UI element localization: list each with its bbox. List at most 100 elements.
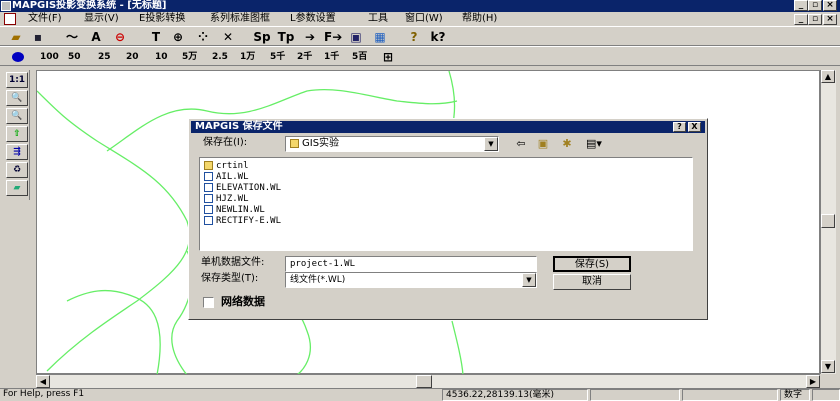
scale-100[interactable]: 100: [40, 49, 59, 65]
help-button[interactable]: ?: [406, 29, 422, 45]
grid-pattern-icon[interactable]: ▦: [372, 29, 388, 45]
open-icon[interactable]: ▰: [8, 29, 24, 45]
folder-icon: [204, 161, 213, 170]
chevron-down-icon[interactable]: ▼: [484, 137, 498, 151]
grid-icon[interactable]: ⊞: [380, 49, 396, 65]
text-tool[interactable]: T: [148, 29, 164, 45]
save-in-select[interactable]: GIS实验 ▼: [285, 136, 499, 152]
close-icon[interactable]: ×: [823, 0, 837, 11]
eraser-icon[interactable]: ▰: [6, 180, 28, 196]
doc-icon[interactable]: [4, 13, 16, 25]
menu-help[interactable]: 帮助(H): [462, 12, 497, 26]
dot-icon[interactable]: [12, 52, 24, 62]
f-arrow-icon[interactable]: F➔: [324, 29, 342, 45]
save-icon[interactable]: ▪: [30, 29, 46, 45]
app-icon[interactable]: [1, 1, 11, 11]
scroll-up-icon[interactable]: ▲: [821, 70, 835, 83]
save-dialog: MAPGIS 保存文件 ? X 保存在(I): GIS实验 ▼ ⇦ ▣ ✱ ▤▾…: [188, 118, 708, 320]
scale-5b[interactable]: 5百: [352, 49, 367, 65]
menu-params[interactable]: L参数设置: [290, 12, 336, 26]
doc-close-icon[interactable]: ×: [823, 14, 837, 25]
menu-projection[interactable]: E投影转换: [139, 12, 185, 26]
network-checkbox[interactable]: [203, 297, 214, 308]
arrow-right-icon[interactable]: ➔: [302, 29, 318, 45]
sp-button[interactable]: Sp: [252, 29, 272, 45]
filetype-label: 保存类型(T):: [201, 273, 259, 284]
list-item[interactable]: RECTIFY-E.WL: [204, 216, 281, 227]
file-icon: [204, 183, 213, 192]
zoom-1-1-button[interactable]: 1:1: [6, 72, 28, 88]
vertical-scrollbar[interactable]: ▲ ▼: [820, 70, 836, 374]
zoom-out-icon[interactable]: 🔍: [6, 108, 28, 124]
window-controls: _ ▫ ×: [790, 0, 840, 12]
scale-25[interactable]: 25: [98, 49, 111, 65]
up-folder-icon[interactable]: ▣: [535, 137, 551, 151]
hscroll-thumb[interactable]: [416, 375, 432, 388]
filetype-select[interactable]: 线文件(*.WL) ▼: [285, 272, 537, 288]
list-item[interactable]: AIL.WL: [204, 172, 249, 183]
save-in-value: GIS实验: [302, 138, 340, 149]
chevron-down-icon[interactable]: ▼: [522, 273, 536, 287]
menu-window[interactable]: 窗口(W): [405, 12, 443, 26]
menu-view[interactable]: 显示(V): [84, 12, 119, 26]
crosshair-icon[interactable]: ⊕: [170, 29, 186, 45]
file-icon: [204, 216, 213, 225]
save-in-label: 保存在(I):: [203, 137, 248, 148]
scroll-left-icon[interactable]: ◀: [36, 375, 50, 388]
tp-button[interactable]: Tp: [276, 29, 296, 45]
pan-up-icon[interactable]: ⇧: [6, 126, 28, 142]
window-title: MAPGIS投影变换系统 - [无标题]: [12, 0, 167, 11]
view-menu-icon[interactable]: ▤▾: [583, 137, 605, 151]
new-folder-icon[interactable]: ✱: [559, 137, 575, 151]
filename-input[interactable]: project-1.WL: [285, 256, 537, 272]
status-help: For Help, press F1: [3, 389, 85, 399]
scroll-right-icon[interactable]: ▶: [806, 375, 820, 388]
scale-1q[interactable]: 1千: [324, 49, 339, 65]
context-help-button[interactable]: k?: [428, 29, 448, 45]
horizontal-scrollbar[interactable]: ◀ ▶: [36, 374, 820, 388]
file-list[interactable]: crtinl AIL.WL ELEVATION.WL HJZ.WL NEWLIN…: [199, 157, 693, 251]
restore-icon[interactable]: ▫: [808, 0, 822, 11]
menu-bar: 文件(F) 显示(V) E投影转换 系列标准图框 L参数设置 工具 窗口(W) …: [0, 12, 840, 26]
zoom-in-icon[interactable]: 🔍: [6, 90, 28, 106]
menu-file[interactable]: 文件(F): [28, 12, 62, 26]
cancel-button[interactable]: 取消: [553, 274, 631, 290]
save-button[interactable]: 保存(S): [553, 256, 631, 272]
polyline-icon[interactable]: 〜: [64, 29, 80, 45]
points-icon[interactable]: ⁘: [194, 29, 212, 45]
dialog-help-button[interactable]: ?: [673, 122, 686, 132]
file-icon: [204, 205, 213, 214]
scale-5w[interactable]: 5万: [182, 49, 197, 65]
scroll-down-icon[interactable]: ▼: [821, 360, 835, 373]
left-toolbar: 1:1 🔍 🔍 ⇧ ⇶ ♻ ▰: [2, 70, 30, 200]
erase-icon[interactable]: ⊖: [112, 29, 128, 45]
title-bar: MAPGIS投影变换系统 - [无标题]: [0, 0, 840, 12]
menu-tools[interactable]: 工具: [368, 12, 388, 26]
scale-2q[interactable]: 2千: [297, 49, 312, 65]
refresh-icon[interactable]: ♻: [6, 162, 28, 178]
scale-5q[interactable]: 5千: [270, 49, 285, 65]
scale-1w[interactable]: 1万: [240, 49, 255, 65]
dialog-close-button[interactable]: X: [688, 122, 701, 132]
filename-label: 单机数据文件:: [201, 257, 265, 268]
cross-icon[interactable]: ✕: [220, 29, 236, 45]
scale-2-5[interactable]: 2.5: [212, 49, 228, 65]
pan-right-icon[interactable]: ⇶: [6, 144, 28, 160]
scale-20[interactable]: 20: [126, 49, 139, 65]
doc-restore-icon[interactable]: ▫: [808, 14, 822, 25]
list-item[interactable]: HJZ.WL: [204, 194, 249, 205]
map-line-6: [66, 289, 161, 375]
back-arrow-icon[interactable]: ⇦: [513, 137, 529, 151]
monitor-icon[interactable]: ▣: [348, 29, 364, 45]
list-item[interactable]: ELEVATION.WL: [204, 183, 281, 194]
menu-frames[interactable]: 系列标准图框: [210, 12, 270, 26]
scale-50[interactable]: 50: [68, 49, 81, 65]
scale-10[interactable]: 10: [155, 49, 168, 65]
list-item[interactable]: crtinl: [204, 161, 249, 172]
scroll-thumb[interactable]: [821, 214, 835, 228]
doc-minimize-icon[interactable]: _: [794, 14, 808, 25]
text-a-icon[interactable]: A: [88, 29, 104, 45]
minimize-icon[interactable]: _: [794, 0, 808, 11]
list-item[interactable]: NEWLIN.WL: [204, 205, 265, 216]
status-empty-1: [590, 389, 680, 401]
